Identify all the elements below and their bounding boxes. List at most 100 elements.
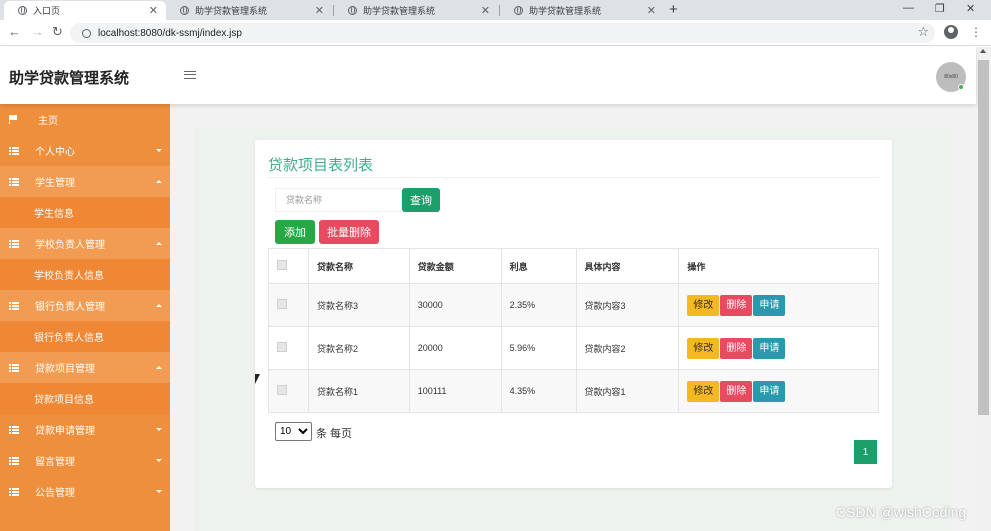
list-icon xyxy=(9,177,19,186)
row-select-cell xyxy=(268,326,309,370)
sidebar-item-label: 学校负责人管理 xyxy=(35,240,105,251)
batch-delete-button[interactable]: 批量删除 xyxy=(319,220,379,244)
sidebar-item-loan-project-management[interactable]: 贷款项目管理 xyxy=(0,352,170,383)
add-button[interactable]: 添加 xyxy=(275,220,315,244)
mouse-cursor-icon xyxy=(255,374,260,384)
caret-down-icon xyxy=(156,149,162,152)
url-input[interactable]: localhost:8080/dk-ssmj/index.jsp ☆ xyxy=(70,23,935,43)
column-header-actions: 操作 xyxy=(678,248,879,284)
close-icon[interactable]: ✕ xyxy=(149,4,158,17)
browser-tab-2[interactable]: 助学贷款管理系统 ✕ xyxy=(166,1,332,20)
sidebar-item-message-management[interactable]: 留言管理 xyxy=(0,445,170,476)
sidebar-item-home[interactable]: 主页 xyxy=(0,104,170,135)
interest-cell: 4.35% xyxy=(500,369,577,413)
minimize-button[interactable]: — xyxy=(903,2,914,14)
row-checkbox[interactable] xyxy=(277,299,287,309)
close-icon[interactable]: ✕ xyxy=(481,4,490,17)
row-checkbox[interactable] xyxy=(277,385,287,395)
online-status-dot xyxy=(958,84,964,90)
restore-button[interactable]: ❐ xyxy=(935,2,945,15)
sidebar-item-label: 个人中心 xyxy=(35,147,75,158)
browser-tab-3[interactable]: 助学贷款管理系统 ✕ xyxy=(334,1,498,20)
column-header-content: 具体内容 xyxy=(575,248,680,284)
sidebar-subitem-student-info[interactable]: 学生信息 xyxy=(0,197,170,228)
sidebar-item-label: 主页 xyxy=(38,116,58,127)
sidebar-subitem-loan-project-info[interactable]: 贷款项目信息 xyxy=(0,383,170,414)
table-row: 贷款名称2 20000 5.96% 贷款内容2 修改 删除 申请 xyxy=(268,326,879,370)
browser-tab-1[interactable]: 入口页 ✕ xyxy=(4,1,166,20)
sidebar-item-label: 学生管理 xyxy=(35,178,75,189)
apply-button[interactable]: 申请 xyxy=(753,337,786,359)
loan-project-table: 贷款名称 贷款金额 利息 具体内容 操作 贷款名称3 30000 2.35% 贷… xyxy=(268,248,879,413)
close-icon[interactable]: ✕ xyxy=(647,4,656,17)
page-title: 贷款项目表列表 xyxy=(268,157,374,174)
edit-button[interactable]: 修改 xyxy=(687,294,720,316)
list-icon xyxy=(9,487,19,496)
window-close-button[interactable]: ✕ xyxy=(966,2,975,15)
sidebar-subitem-label: 银行负责人信息 xyxy=(34,333,104,344)
interest-cell: 2.35% xyxy=(500,283,577,327)
row-select-cell xyxy=(268,369,309,413)
sidebar-item-notice-management[interactable]: 公告管理 xyxy=(0,476,170,507)
sidebar-subitem-label: 贷款项目信息 xyxy=(34,395,94,406)
table-row: 贷款名称3 30000 2.35% 贷款内容3 修改 删除 申请 xyxy=(268,283,879,327)
forward-arrow-icon[interactable]: → xyxy=(31,24,44,39)
apply-button[interactable]: 申请 xyxy=(753,380,786,402)
column-header-amount: 贷款金额 xyxy=(408,248,502,284)
list-icon xyxy=(9,239,19,248)
page-size-select[interactable]: 10 xyxy=(275,422,312,441)
caret-down-icon xyxy=(156,428,162,431)
sidebar-subitem-bank-head-info[interactable]: 银行负责人信息 xyxy=(0,321,170,352)
delete-button[interactable]: 删除 xyxy=(720,337,753,359)
caret-up-icon xyxy=(156,242,162,245)
loan-name-search-input[interactable] xyxy=(275,188,402,212)
kebab-menu-icon[interactable]: ⋮ xyxy=(970,25,982,39)
list-icon xyxy=(9,146,19,155)
select-all-checkbox[interactable] xyxy=(277,260,287,270)
close-icon[interactable]: ✕ xyxy=(315,4,324,17)
sidebar-item-label: 贷款申请管理 xyxy=(35,426,95,437)
query-button[interactable]: 查询 xyxy=(402,188,440,212)
scrollbar-thumb[interactable] xyxy=(978,60,989,415)
edit-button[interactable]: 修改 xyxy=(687,380,720,402)
sidebar-item-school-head-management[interactable]: 学校负责人管理 xyxy=(0,228,170,259)
content-cell: 贷款内容3 xyxy=(575,283,680,327)
sidebar-item-label: 贷款项目管理 xyxy=(35,364,95,375)
actions-cell: 修改 删除 申请 xyxy=(678,326,879,370)
sidebar-item-bank-head-management[interactable]: 银行负责人管理 xyxy=(0,290,170,321)
content-cell: 贷款内容1 xyxy=(575,369,680,413)
caret-down-icon xyxy=(156,490,162,493)
sidebar-item-personal-center[interactable]: 个人中心 xyxy=(0,135,170,166)
sidebar-item-loan-application-management[interactable]: 贷款申请管理 xyxy=(0,414,170,445)
edit-button[interactable]: 修改 xyxy=(687,337,720,359)
avatar-text: 80x80 xyxy=(944,74,958,80)
scroll-up-arrow-icon[interactable] xyxy=(980,49,986,53)
pagination-page-1[interactable]: 1 xyxy=(854,440,877,464)
hamburger-menu-icon[interactable] xyxy=(184,71,196,79)
reload-icon[interactable]: ↻ xyxy=(52,24,63,40)
browser-tab-title: 助学贷款管理系统 xyxy=(195,6,268,16)
caret-up-icon xyxy=(156,180,162,183)
sidebar-subitem-school-head-info[interactable]: 学校负责人信息 xyxy=(0,259,170,290)
table-row: 贷款名称1 100111 4.35% 贷款内容1 修改 删除 申请 xyxy=(268,369,879,413)
column-header-name: 贷款名称 xyxy=(307,248,410,284)
list-icon xyxy=(9,363,19,372)
account-icon[interactable] xyxy=(944,25,958,39)
globe-icon xyxy=(180,6,189,15)
divider xyxy=(268,177,879,178)
browser-tab-4[interactable]: 助学贷款管理系统 ✕ xyxy=(500,1,664,20)
caret-down-icon xyxy=(156,459,162,462)
browser-tab-title: 助学贷款管理系统 xyxy=(363,6,436,16)
info-icon[interactable] xyxy=(82,28,91,38)
watermark: CSDN @wishCoding xyxy=(836,504,967,520)
back-arrow-icon[interactable]: ← xyxy=(8,24,21,39)
row-checkbox[interactable] xyxy=(277,342,287,352)
star-icon[interactable]: ☆ xyxy=(917,24,929,40)
delete-button[interactable]: 删除 xyxy=(720,380,753,402)
sidebar: 主页 个人中心 学生管理 学生信息 学校负责人管理 学校负责人信息 银行负责人管… xyxy=(0,104,170,531)
apply-button[interactable]: 申请 xyxy=(753,294,786,316)
delete-button[interactable]: 删除 xyxy=(720,294,753,316)
sidebar-item-student-management[interactable]: 学生管理 xyxy=(0,166,170,197)
new-tab-button[interactable]: + xyxy=(669,1,678,18)
select-all-cell xyxy=(268,248,309,284)
